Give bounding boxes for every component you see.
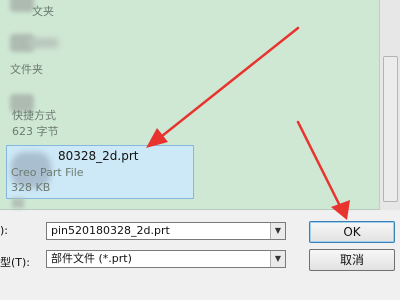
file-type: Creo Part File [11,166,84,179]
blurred-name [28,38,58,48]
file-open-dialog: 文夹 文件夹 快捷方式 623 字节 80328_2d.prt Creo Par… [0,0,400,300]
filetype-value: 部件文件 (*.prt) [51,252,132,265]
list-item-type: 快捷方式 [12,109,56,122]
vertical-scrollbar[interactable] [379,0,400,210]
selected-file-item[interactable]: 80328_2d.prt Creo Part File 328 KB [6,145,194,199]
ok-button[interactable]: OK [309,221,395,243]
chevron-down-icon[interactable]: ▼ [270,223,285,239]
list-item-size: 623 字节 [12,125,59,138]
filetype-label: 型(T): [0,256,31,269]
file-name: 80328_2d.prt [58,149,139,163]
file-icon [12,198,24,208]
filetype-select[interactable]: 部件文件 (*.prt) ▼ [46,250,286,268]
filename-value: pin520180328_2d.prt [51,224,170,237]
scrollbar-thumb[interactable] [383,56,398,202]
filename-label: ): [0,224,8,237]
file-list-pane[interactable]: 文夹 文件夹 快捷方式 623 字节 80328_2d.prt Creo Par… [0,0,380,210]
folder-icon [10,0,34,12]
list-item-label: 文夹 [32,5,54,18]
filename-combobox[interactable]: pin520180328_2d.prt ▼ [46,222,286,240]
list-item-type: 文件夹 [10,63,43,76]
cancel-button[interactable]: 取消 [309,249,395,271]
file-size: 328 KB [11,181,51,194]
chevron-down-icon[interactable]: ▼ [270,251,285,267]
